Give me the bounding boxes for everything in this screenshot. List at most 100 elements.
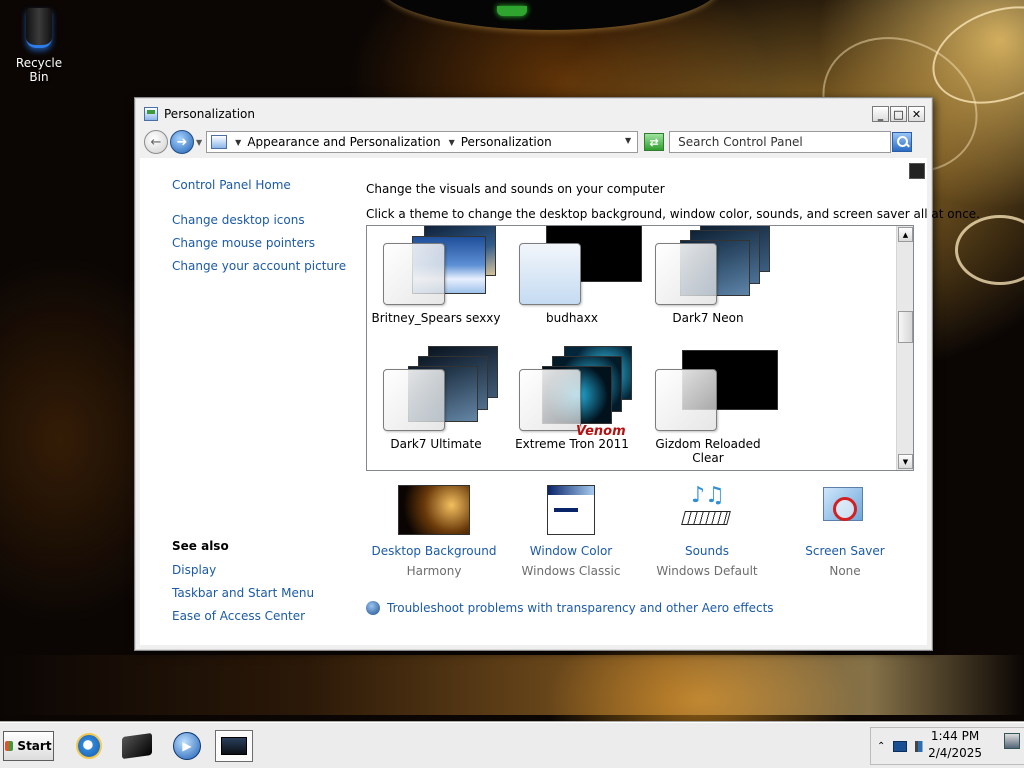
window-color-label[interactable]: Window Color <box>503 544 639 558</box>
control-panel-icon <box>211 135 228 149</box>
screen-saver-icon-no-sign <box>833 497 857 521</box>
navigation-bar: ← ➜ ▼ ▼ Appearance and Personalization ▼… <box>140 127 927 157</box>
window-title: Personalization <box>164 107 255 121</box>
change-account-picture-link[interactable]: Change your account picture <box>172 259 346 273</box>
page-subheading: Click a theme to change the desktop back… <box>366 207 980 221</box>
see-also-heading: See also <box>172 539 229 553</box>
window-color-icon-bar <box>554 508 578 512</box>
media-center-glyph <box>122 732 152 760</box>
desktop-background-value: Harmony <box>406 564 462 578</box>
wallpaper-arc <box>380 0 720 30</box>
address-bar[interactable]: ▼ Appearance and Personalization ▼ Perso… <box>206 131 639 153</box>
theme-list[interactable]: Britney_Spears sexxy budhaxx Dark7 Neon <box>366 225 914 471</box>
theme-item[interactable]: Dark7 Neon <box>640 226 776 340</box>
theme-preview <box>383 243 445 305</box>
change-mouse-pointers-link[interactable]: Change mouse pointers <box>172 236 315 250</box>
sounds-setting[interactable]: ♪♫ Sounds Windows Default <box>639 485 775 579</box>
search-icon[interactable] <box>892 132 913 152</box>
wallpaper-led <box>497 6 527 16</box>
theme-settings: Desktop Background Harmony Window Color … <box>366 485 916 579</box>
scroll-down-arrow-icon[interactable]: ▼ <box>898 454 913 469</box>
breadcrumb-arrow-icon[interactable]: ▼ <box>235 138 241 147</box>
desktop-background-icon <box>398 485 470 535</box>
recycle-bin-label: Recycle Bin <box>15 56 63 84</box>
close-button[interactable]: ✕ <box>908 106 925 122</box>
taskbar: Start ▶ ⌃ 1:44 PM 2/4/2025 <box>0 722 1024 768</box>
theme-name: budhaxx <box>545 311 598 325</box>
wallpaper-streak <box>0 655 1024 715</box>
page-heading: Change the visuals and sounds on your co… <box>366 182 665 196</box>
clock-time: 1:44 PM <box>930 729 980 743</box>
theme-item[interactable]: Dark7 Ultimate <box>368 346 504 466</box>
refresh-button[interactable]: ⇄ <box>644 133 665 151</box>
theme-item[interactable]: Venom Extreme Tron 2011 <box>504 346 640 466</box>
main-pane: Change the visuals and sounds on your co… <box>366 158 980 645</box>
control-panel-glyph <box>221 737 247 755</box>
personalization-window: Personalization _ □ ✕ ← ➜ ▼ ▼ Appearance… <box>134 97 980 651</box>
sounds-value: Windows Default <box>656 564 758 578</box>
back-button[interactable]: ← <box>144 130 168 154</box>
media-center-icon[interactable] <box>118 730 156 762</box>
network-icon[interactable] <box>893 740 908 752</box>
troubleshoot-icon <box>366 601 380 615</box>
display-link[interactable]: Display <box>172 563 216 577</box>
theme-name: Gizdom Reloaded Clear <box>655 437 761 465</box>
troubleshoot-link[interactable]: Troubleshoot problems with transparency … <box>387 601 774 615</box>
taskbar-start-menu-link[interactable]: Taskbar and Start Menu <box>172 586 314 600</box>
task-pane: Control Panel Home Change desktop icons … <box>140 158 346 645</box>
desktop-background-setting[interactable]: Desktop Background Harmony <box>366 485 502 578</box>
theme-preview <box>383 369 445 431</box>
theme-item[interactable]: Britney_Spears sexxy <box>368 226 504 340</box>
theme-name: Extreme Tron 2011 <box>515 437 629 451</box>
theme-preview <box>519 243 581 305</box>
desktop-background-label[interactable]: Desktop Background <box>366 544 502 558</box>
address-dropdown-icon[interactable]: ▼ <box>625 136 631 145</box>
start-button[interactable]: Start <box>3 731 54 761</box>
internet-explorer-icon[interactable] <box>70 730 108 762</box>
forward-button[interactable]: ➜ <box>170 130 194 154</box>
theme-item[interactable]: Gizdom Reloaded Clear <box>640 346 778 466</box>
search-input[interactable]: Search Control Panel <box>669 131 892 153</box>
ease-of-access-link[interactable]: Ease of Access Center <box>172 609 305 623</box>
sounds-icon: ♪♫ <box>671 485 743 535</box>
theme-item[interactable]: budhaxx <box>504 226 642 340</box>
breadcrumb-arrow-icon[interactable]: ▼ <box>449 138 455 147</box>
theme-preview <box>655 369 717 431</box>
screen-saver-icon <box>809 485 881 535</box>
sounds-label[interactable]: Sounds <box>639 544 775 558</box>
search-placeholder: Search Control Panel <box>678 135 803 149</box>
window-controls: _ □ ✕ <box>872 106 925 122</box>
breadcrumb-personalization[interactable]: Personalization <box>461 135 552 149</box>
media-player-icon[interactable]: ▶ <box>168 730 206 762</box>
recycle-bin[interactable]: Recycle Bin <box>6 8 72 84</box>
wallpaper-swirl <box>955 215 1024 285</box>
control-panel-taskbar-button[interactable] <box>215 730 253 762</box>
breadcrumb-appearance[interactable]: Appearance and Personalization <box>247 135 440 149</box>
window-color-setting[interactable]: Window Color Windows Classic <box>503 485 639 578</box>
maximize-button[interactable]: □ <box>890 106 907 122</box>
start-label: Start <box>17 739 52 753</box>
theme-name: Dark7 Ultimate <box>390 437 482 451</box>
show-desktop-icon[interactable] <box>1004 733 1020 749</box>
control-panel-icon <box>144 107 158 121</box>
scroll-up-arrow-icon[interactable]: ▲ <box>898 227 913 242</box>
minimize-button[interactable]: _ <box>872 106 889 122</box>
help-icon[interactable] <box>909 163 925 179</box>
window-color-value: Windows Classic <box>521 564 621 578</box>
show-hidden-icons-icon[interactable]: ⌃ <box>877 741 885 752</box>
theme-list-scrollbar[interactable]: ▲ ▼ <box>896 226 913 470</box>
screen-saver-label[interactable]: Screen Saver <box>777 544 913 558</box>
troubleshoot-link-row[interactable]: Troubleshoot problems with transparency … <box>366 601 774 615</box>
title-bar[interactable]: Personalization _ □ ✕ <box>140 103 927 125</box>
clock[interactable]: 1:44 PM 2/4/2025 <box>928 728 982 762</box>
screen-saver-setting[interactable]: Screen Saver None <box>777 485 913 578</box>
control-panel-home-link[interactable]: Control Panel Home <box>172 178 291 192</box>
theme-name: Britney_Spears sexxy <box>371 311 501 325</box>
media-player-glyph: ▶ <box>173 732 201 760</box>
theme-preview <box>519 369 581 431</box>
recent-pages-dropdown-icon[interactable]: ▼ <box>196 138 202 147</box>
window-color-icon-titlebar <box>548 486 594 495</box>
sounds-icon-keyboard <box>681 511 731 525</box>
scroll-thumb[interactable] <box>898 311 913 343</box>
change-desktop-icons-link[interactable]: Change desktop icons <box>172 213 305 227</box>
